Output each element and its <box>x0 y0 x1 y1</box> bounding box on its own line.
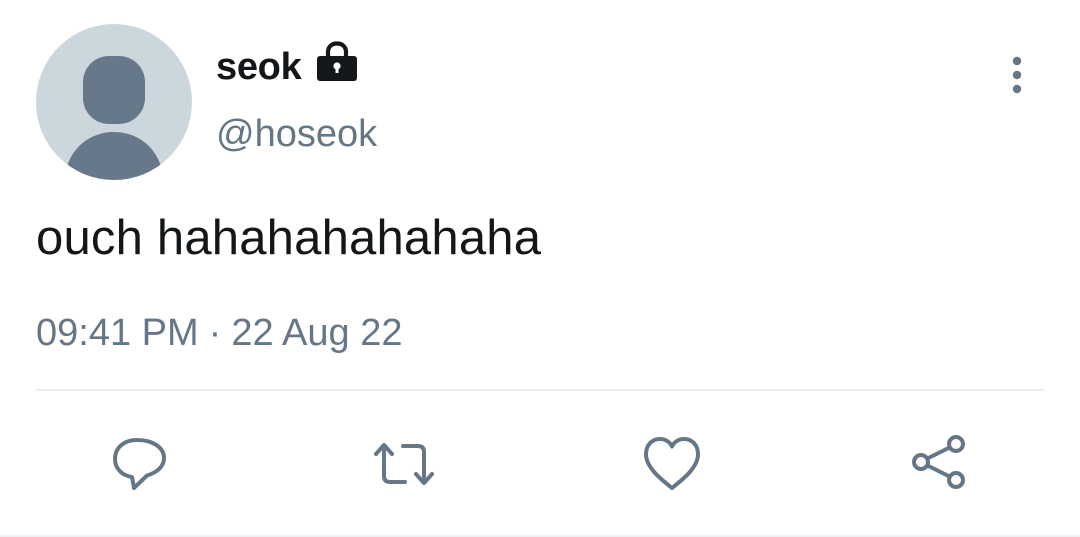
display-name[interactable]: seok <box>216 44 302 90</box>
share-button[interactable] <box>908 432 972 496</box>
tweet-date: 22 Aug 22 <box>231 312 403 354</box>
tweet-card: seok @hoseok ouch hahahahahahaha 09:41 P… <box>0 0 1080 537</box>
more-options-icon[interactable] <box>1000 54 1034 96</box>
tweet-timestamp: 09:41 PM · 22 Aug 22 <box>36 310 402 356</box>
tweet-time: 09:41 PM <box>36 312 199 354</box>
tweet-text: ouch hahahahahahaha <box>36 211 542 265</box>
share-icon <box>912 435 965 489</box>
like-button[interactable] <box>640 432 704 496</box>
retweet-button[interactable] <box>372 432 436 496</box>
avatar[interactable] <box>36 24 192 180</box>
lock-icon <box>317 41 357 81</box>
default-avatar-icon <box>36 24 192 180</box>
meta-separator: · <box>208 312 222 354</box>
heart-icon <box>644 437 700 490</box>
retweet-arrows-icon <box>374 443 434 485</box>
user-handle[interactable]: @hoseok <box>216 111 377 157</box>
speech-bubble-icon <box>113 438 166 490</box>
reply-button[interactable] <box>107 432 171 496</box>
divider <box>36 389 1044 391</box>
